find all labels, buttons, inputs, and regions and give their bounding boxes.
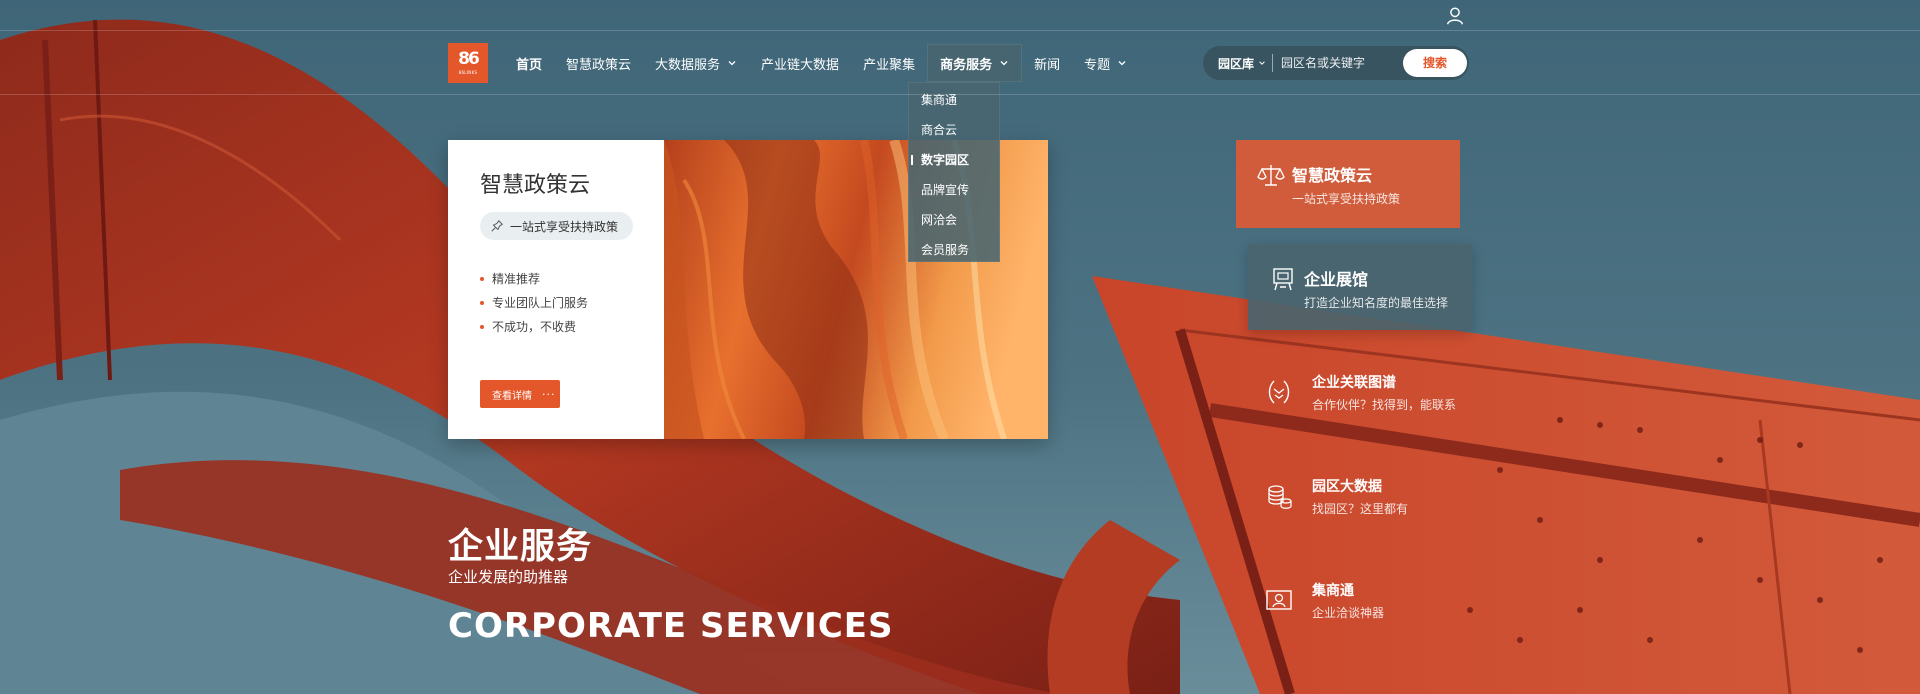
nav-item-big-data[interactable]: 大数据服务 bbox=[643, 31, 749, 95]
nav-item-industry-cluster[interactable]: 产业聚集 bbox=[851, 31, 927, 95]
nav-item-label: 产业聚集 bbox=[863, 57, 916, 73]
feature-card-content: 智慧政策云 一站式享受扶持政策 精准推荐 专业团队上门服务 不成功，不收费 查看… bbox=[448, 140, 664, 439]
feature-card-title: 智慧政策云 bbox=[480, 173, 591, 198]
chevron-down-icon bbox=[1118, 61, 1126, 66]
dropdown-item-shangheyun[interactable]: 商合云 bbox=[909, 115, 999, 145]
database-icon bbox=[1268, 485, 1292, 509]
list-item: 精准推荐 bbox=[480, 267, 588, 291]
chevron-down-icon bbox=[1000, 61, 1008, 66]
nav-menu: 首页 智慧政策云 大数据服务 产业链大数据 产业聚集 商务服务 新闻 专题 bbox=[504, 31, 1139, 95]
logo-glyph: 86 bbox=[458, 49, 480, 69]
view-details-label: 查看详情 bbox=[492, 390, 532, 402]
top-bar bbox=[0, 0, 1920, 31]
feature-card-tag: 一站式享受扶持政策 bbox=[480, 212, 634, 240]
service-title: 智慧政策云 bbox=[1292, 166, 1373, 185]
service-desc: 打造企业知名度的最佳选择 bbox=[1304, 296, 1449, 310]
feature-card-bullets: 精准推荐 专业团队上门服务 不成功，不收费 bbox=[480, 267, 588, 339]
search-button[interactable]: 搜索 bbox=[1403, 49, 1467, 77]
chevron-down-icon bbox=[728, 61, 736, 66]
more-dots-icon: ··· bbox=[542, 387, 556, 401]
nav-item-topics[interactable]: 专题 bbox=[1072, 31, 1139, 95]
view-details-button[interactable]: 查看详情 ··· bbox=[480, 380, 560, 408]
hero-english-title: CORPORATE SERVICES bbox=[448, 606, 894, 646]
dropdown-item-membership[interactable]: 会员服务 bbox=[909, 235, 999, 265]
nav-item-label: 首页 bbox=[516, 57, 543, 73]
pin-icon bbox=[491, 219, 504, 232]
nav-item-label: 专题 bbox=[1084, 57, 1111, 73]
service-desc: 找园区？这里都有 bbox=[1312, 502, 1409, 516]
service-title: 企业关联图谱 bbox=[1312, 375, 1396, 391]
feature-card-tag-label: 一站式享受扶持政策 bbox=[510, 219, 619, 234]
logo-text: 86LINKS bbox=[458, 70, 478, 75]
service-jishangtong[interactable]: 集商通 企业洽谈神器 bbox=[1262, 576, 1472, 636]
hero-title: 企业服务 bbox=[448, 527, 593, 567]
contact-card-icon bbox=[1266, 590, 1292, 610]
dropdown-item-online-fair[interactable]: 网洽会 bbox=[909, 205, 999, 235]
service-title: 园区大数据 bbox=[1312, 479, 1382, 495]
brand-logo[interactable]: 86 86LINKS bbox=[448, 43, 488, 83]
business-services-dropdown: 集商通 商合云 数字园区 品牌宣传 网洽会 会员服务 bbox=[908, 82, 1000, 262]
search-scope-select[interactable]: 园区库 bbox=[1203, 55, 1254, 72]
nav-item-news[interactable]: 新闻 bbox=[1022, 31, 1072, 95]
nav-item-home[interactable]: 首页 bbox=[504, 31, 554, 95]
main-navigation: 86 86LINKS 首页 智慧政策云 大数据服务 产业链大数据 产业聚集 商务… bbox=[0, 31, 1920, 95]
nav-item-policy-cloud[interactable]: 智慧政策云 bbox=[554, 31, 643, 95]
nav-item-label: 产业链大数据 bbox=[761, 57, 840, 73]
nav-item-label: 智慧政策云 bbox=[566, 57, 632, 73]
service-desc: 一站式享受扶持政策 bbox=[1292, 192, 1401, 206]
list-item: 专业团队上门服务 bbox=[480, 291, 588, 315]
service-policy-cloud[interactable]: 智慧政策云 一站式享受扶持政策 bbox=[1236, 140, 1460, 228]
chevron-down-icon[interactable] bbox=[1258, 59, 1266, 67]
list-item: 不成功，不收费 bbox=[480, 315, 588, 339]
nav-item-label: 新闻 bbox=[1034, 57, 1061, 73]
service-enterprise-exhibition[interactable]: 企业展馆 打造企业知名度的最佳选择 bbox=[1248, 244, 1472, 330]
hero-subtitle: 企业发展的助推器 bbox=[448, 568, 569, 586]
service-park-big-data[interactable]: 园区大数据 找园区？这里都有 bbox=[1262, 472, 1472, 532]
scale-icon bbox=[1257, 165, 1285, 186]
service-desc: 合作伙伴？找得到，能联系 bbox=[1312, 398, 1457, 412]
search-bar: 园区库 搜索 bbox=[1203, 46, 1469, 80]
handshake-icon bbox=[1268, 380, 1290, 404]
nav-item-business-services[interactable]: 商务服务 bbox=[927, 44, 1023, 82]
service-title: 企业展馆 bbox=[1304, 270, 1369, 289]
dropdown-item-brand-promotion[interactable]: 品牌宣传 bbox=[909, 175, 999, 205]
nav-item-label: 大数据服务 bbox=[655, 57, 721, 73]
dropdown-item-digital-park[interactable]: 数字园区 bbox=[909, 145, 999, 175]
service-title: 集商通 bbox=[1312, 583, 1354, 599]
service-desc: 企业洽谈神器 bbox=[1312, 606, 1385, 620]
search-input[interactable] bbox=[1273, 48, 1384, 78]
nav-item-label: 商务服务 bbox=[940, 57, 993, 73]
exhibition-icon bbox=[1273, 268, 1293, 291]
user-icon[interactable] bbox=[1444, 5, 1466, 27]
service-enterprise-graph[interactable]: 企业关联图谱 合作伙伴？找得到，能联系 bbox=[1262, 368, 1472, 428]
nav-item-industry-chain[interactable]: 产业链大数据 bbox=[749, 31, 851, 95]
